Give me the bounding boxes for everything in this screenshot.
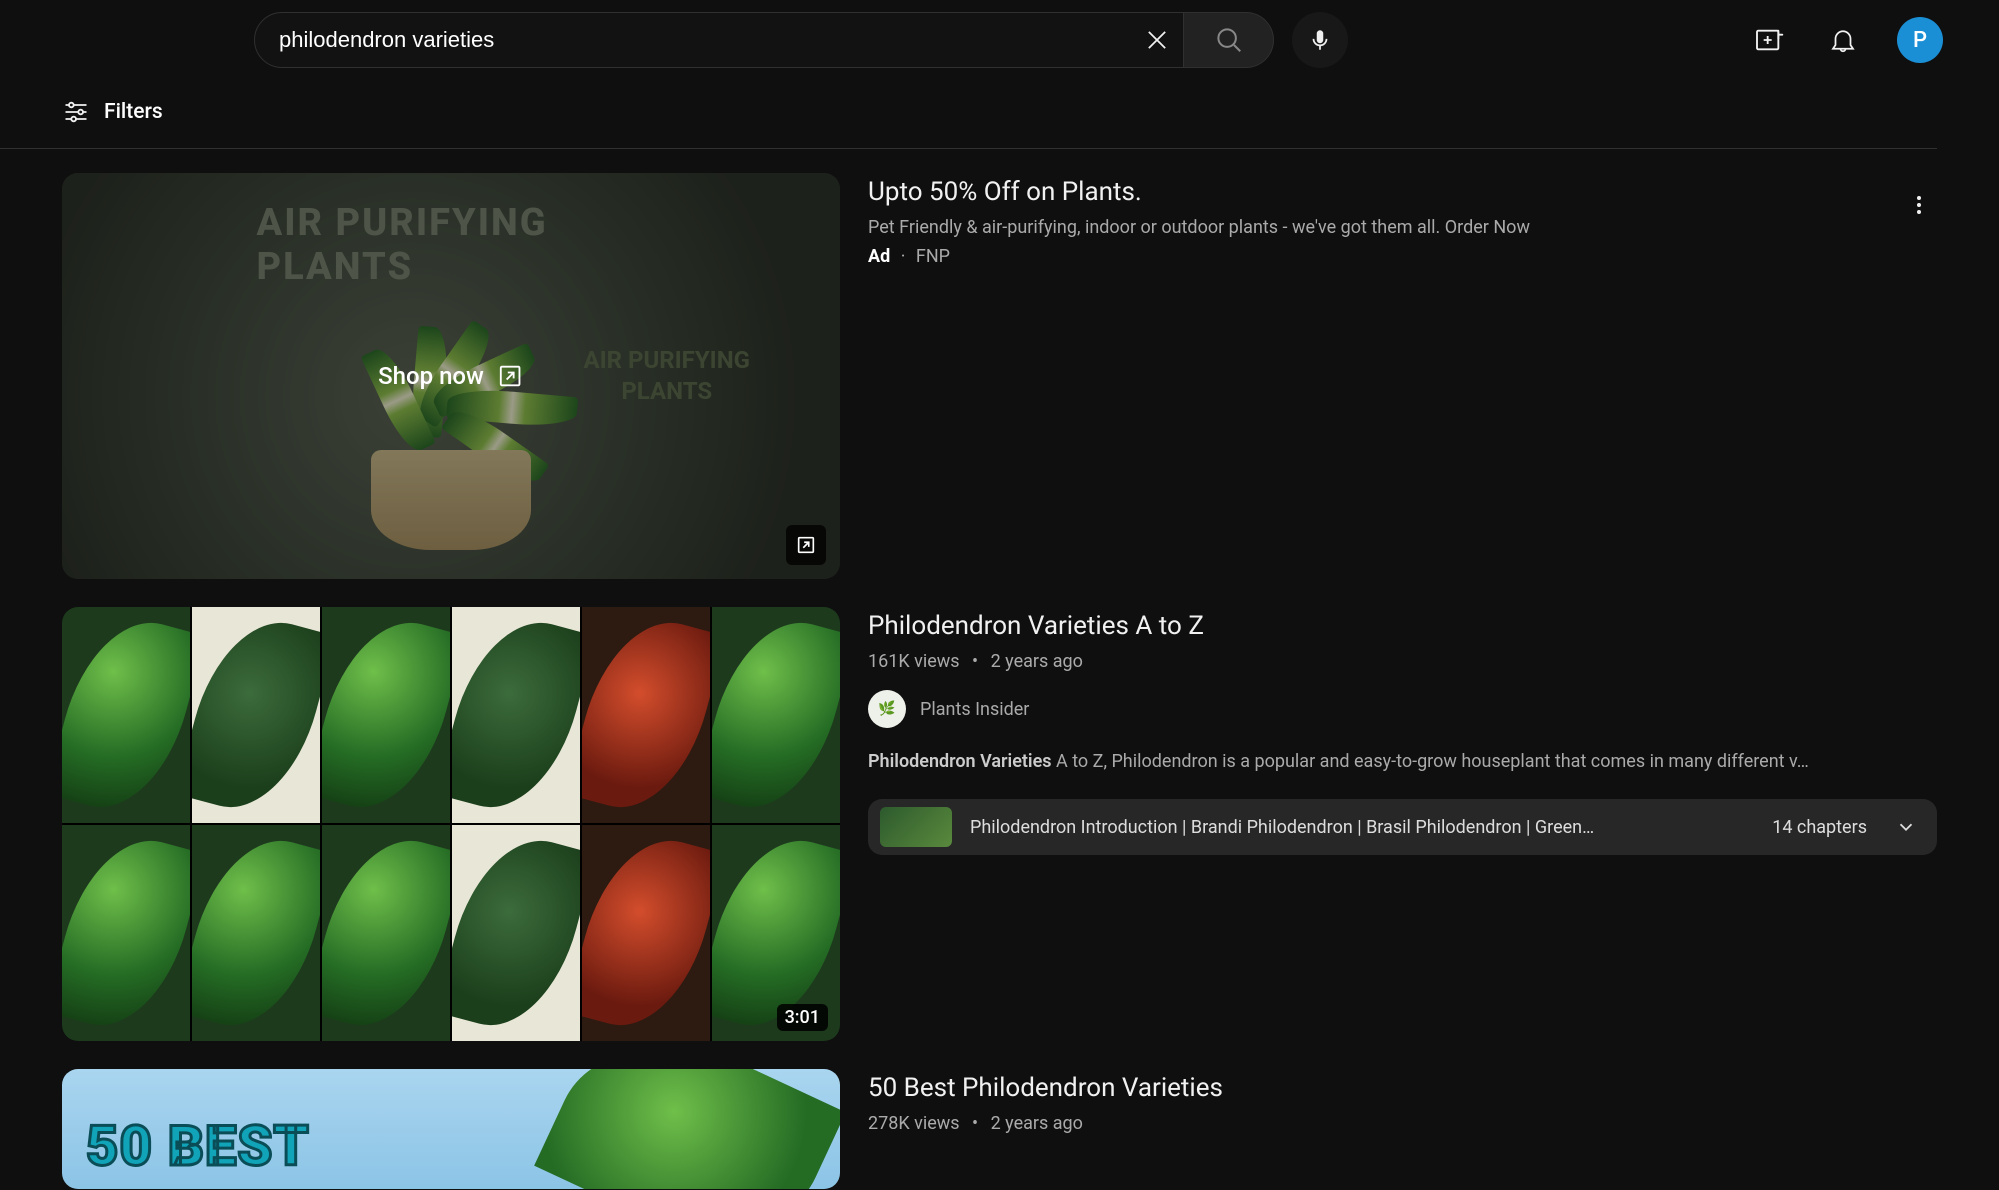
video-age: 2 years ago — [991, 651, 1083, 672]
search-button[interactable] — [1184, 12, 1274, 68]
ad-title[interactable]: Upto 50% Off on Plants. — [868, 177, 1937, 207]
chapters-bar[interactable]: Philodendron Introduction | Brandi Philo… — [868, 799, 1937, 855]
ad-advertiser[interactable]: FNP — [916, 246, 950, 267]
search-box[interactable] — [254, 12, 1184, 68]
chapters-preview: Philodendron Introduction | Brandi Philo… — [970, 817, 1754, 838]
video-description: Philodendron Varieties A to Z, Philodend… — [868, 748, 1937, 775]
avatar-letter: P — [1913, 28, 1927, 53]
duration-badge: 3:01 — [777, 1004, 828, 1031]
create-icon[interactable] — [1749, 20, 1789, 60]
thumbnail-overlay-text: 50 BEST — [86, 1113, 310, 1179]
channel-name[interactable]: Plants Insider — [920, 699, 1029, 720]
shop-now-overlay[interactable]: Shop now — [378, 362, 524, 390]
video-result-row: 3:01 Philodendron Varieties A to Z 161K … — [62, 607, 1937, 1041]
avatar[interactable]: P — [1897, 17, 1943, 63]
chevron-down-icon — [1895, 816, 1917, 838]
video-views: 161K views — [868, 651, 960, 672]
video-result-row: 50 BEST 50 Best Philodendron Varieties 2… — [62, 1069, 1937, 1189]
video-thumbnail[interactable]: 50 BEST — [62, 1069, 840, 1189]
external-link-icon[interactable] — [786, 525, 826, 565]
filters-button[interactable]: Filters — [62, 98, 163, 126]
notifications-icon[interactable] — [1823, 20, 1863, 60]
voice-search-button[interactable] — [1292, 12, 1348, 68]
video-title[interactable]: Philodendron Varieties A to Z — [868, 611, 1937, 641]
video-age: 2 years ago — [991, 1113, 1083, 1134]
chapters-count: 14 chapters — [1772, 817, 1867, 838]
chapter-mini-thumbnail — [880, 807, 952, 847]
ad-description: Pet Friendly & air-purifying, indoor or … — [868, 217, 1937, 238]
video-title[interactable]: 50 Best Philodendron Varieties — [868, 1073, 1937, 1103]
video-views: 278K views — [868, 1113, 960, 1134]
filters-label: Filters — [104, 100, 163, 124]
ad-result-row: AIR PURIFYING PLANTS AIR PURIFYING PLANT… — [62, 173, 1937, 579]
ad-separator: · — [901, 246, 906, 267]
video-thumbnail[interactable]: 3:01 — [62, 607, 840, 1041]
clear-search-icon[interactable] — [1131, 14, 1183, 66]
more-options-icon[interactable] — [1901, 187, 1937, 223]
search-input[interactable] — [279, 27, 1131, 53]
channel-avatar[interactable]: 🌿 — [868, 690, 906, 728]
ad-thumbnail[interactable]: AIR PURIFYING PLANTS AIR PURIFYING PLANT… — [62, 173, 840, 579]
ad-label: Ad — [868, 246, 890, 267]
